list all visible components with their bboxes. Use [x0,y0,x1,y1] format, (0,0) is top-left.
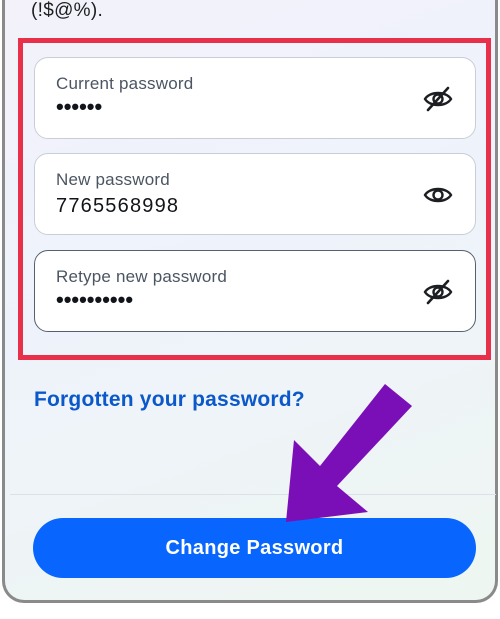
current-password-field[interactable]: Current password •••••• [34,57,476,139]
retype-password-value: •••••••••• [56,287,134,312]
show-password-toggle[interactable] [421,275,455,309]
retype-password-field[interactable]: Retype new password •••••••••• [34,250,476,332]
app-frame: (!$@%). Current password •••••• New pass… [0,0,500,619]
eye-slash-icon [423,86,453,112]
retype-password-label: Retype new password [56,267,228,286]
show-password-toggle[interactable] [421,82,455,116]
new-password-label: New password [56,170,170,189]
forgot-password-link[interactable]: Forgotten your password? [34,388,305,412]
password-hint-text: (!$@%). [31,0,104,21]
eye-icon [423,187,453,203]
current-password-value: •••••• [56,94,103,119]
new-password-value: 7765568998 [56,195,180,217]
eye-slash-icon [423,279,453,305]
new-password-field[interactable]: New password 7765568998 [34,153,476,235]
current-password-label: Current password [56,74,194,93]
divider [10,494,496,495]
change-password-screen: (!$@%). Current password •••••• New pass… [2,0,498,603]
change-password-button[interactable]: Change Password [33,518,476,578]
hide-password-toggle[interactable] [421,178,455,212]
